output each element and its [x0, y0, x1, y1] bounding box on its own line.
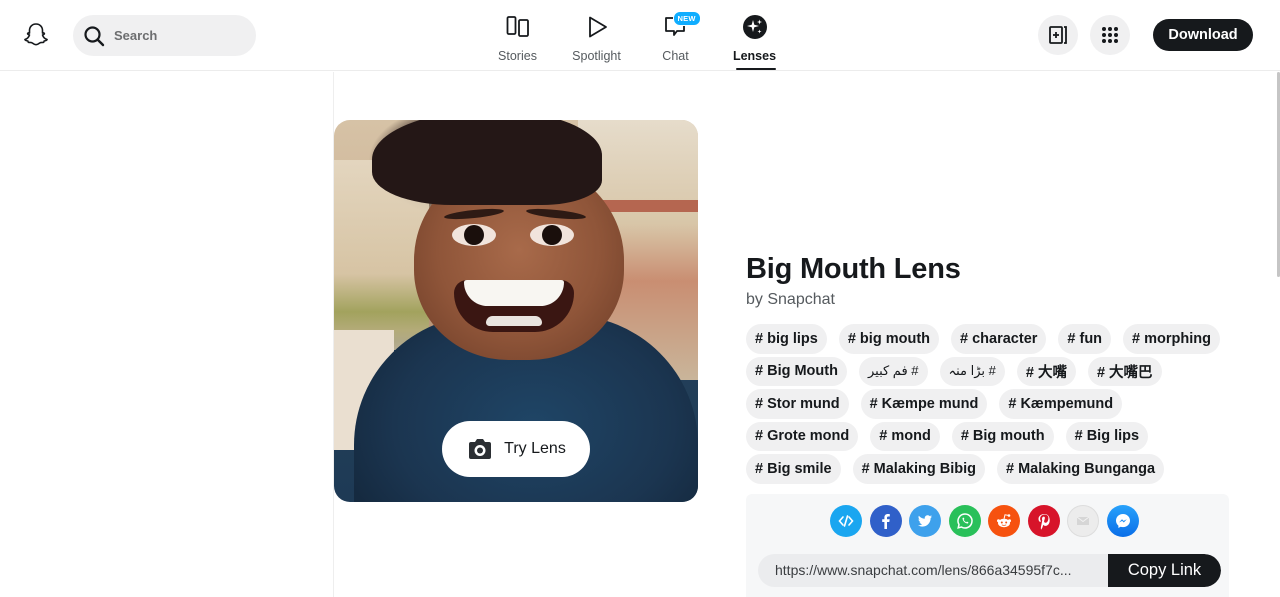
share-panel: https://www.snapchat.com/lens/866a34595f…	[746, 494, 1229, 597]
tag-label: # فم كبير	[867, 363, 919, 379]
tag-chip[interactable]: # Big lips	[1065, 421, 1149, 451]
stories-icon	[506, 16, 529, 37]
try-lens-button[interactable]: Try Lens	[442, 421, 590, 477]
tag-chip[interactable]: # big lips	[746, 324, 827, 354]
tag-label: # Malaking Bunganga	[1005, 460, 1156, 477]
tag-chip[interactable]: # Big Mouth	[746, 356, 847, 386]
tag-chip[interactable]: # fun	[1058, 324, 1112, 354]
search-input[interactable]: Search	[73, 15, 256, 56]
lens-creator: by Snapchat	[746, 291, 835, 308]
share-pinterest-button[interactable]	[1027, 505, 1060, 537]
tag-label: # big mouth	[847, 330, 931, 347]
email-icon	[1076, 516, 1090, 525]
play-icon	[588, 16, 607, 38]
tag-chip[interactable]: # Stor mund	[746, 389, 849, 419]
tag-label: # Big mouth	[960, 428, 1045, 445]
share-twitter-button[interactable]	[909, 505, 941, 537]
tag-label: # Kæmpe mund	[869, 395, 979, 412]
nav-stories[interactable]: Stories	[478, 0, 557, 71]
new-badge: NEW	[672, 11, 701, 26]
tag-chip[interactable]: # Kæmpemund	[999, 389, 1123, 419]
tag-chip[interactable]: # morphing	[1123, 324, 1220, 354]
tag-chip[interactable]: # Malaking Bunganga	[996, 454, 1165, 484]
share-embed-button[interactable]	[830, 505, 862, 537]
tag-label: # character	[960, 330, 1038, 347]
apps-menu-button[interactable]	[1090, 15, 1130, 55]
nav-chat[interactable]: NEW Chat	[636, 0, 715, 71]
nav-spotlight[interactable]: Spotlight	[557, 0, 636, 71]
share-whatsapp-button[interactable]	[948, 505, 981, 537]
try-lens-label: Try Lens	[504, 440, 566, 457]
tag-chip[interactable]: # Big smile	[746, 454, 841, 484]
embed-icon	[838, 515, 854, 527]
share-messenger-button[interactable]	[1106, 505, 1139, 537]
share-facebook-button[interactable]	[869, 505, 902, 537]
tag-chip[interactable]: # فم كبير	[858, 356, 928, 386]
share-url-field[interactable]: https://www.snapchat.com/lens/866a34595f…	[758, 554, 1108, 587]
tag-list: # big lips # big mouth # character # fun # m…	[746, 324, 1236, 484]
tag-label: # Stor mund	[755, 395, 840, 412]
tag-chip[interactable]: # بڑا منہ	[939, 356, 1005, 386]
share-reddit-button[interactable]	[988, 505, 1020, 537]
tag-chip[interactable]: # Kæmpe mund	[860, 389, 988, 419]
tag-label: # fun	[1067, 330, 1103, 347]
tag-label: # Big lips	[1074, 428, 1140, 445]
tag-chip[interactable]: # mond	[870, 421, 940, 451]
tag-label: # 大嘴巴	[1096, 364, 1153, 381]
tag-label: # morphing	[1132, 330, 1211, 347]
search-placeholder: Search	[114, 28, 158, 43]
tag-label: # Big Mouth	[755, 363, 838, 380]
lenses-sparkle-icon	[742, 15, 767, 39]
tag-chip[interactable]: # big mouth	[838, 324, 940, 354]
download-button[interactable]: Download	[1153, 19, 1253, 51]
nav-lenses-label: Lenses	[732, 49, 777, 63]
snapchat-ghost-icon	[24, 23, 48, 46]
twitter-icon	[918, 515, 932, 527]
tag-chip[interactable]: # 大嘴	[1016, 356, 1076, 386]
apps-grid-icon	[1102, 27, 1118, 43]
nav-lenses[interactable]: Lenses	[715, 0, 794, 71]
reddit-icon	[997, 514, 1011, 528]
camera-icon	[469, 439, 492, 459]
facebook-icon	[881, 514, 890, 529]
messenger-icon	[1115, 514, 1130, 528]
whatsapp-icon	[956, 513, 973, 529]
tag-label: # mond	[879, 428, 931, 445]
pinterest-icon	[1038, 514, 1050, 530]
tag-chip[interactable]: # 大嘴巴	[1087, 356, 1162, 386]
add-lens-button[interactable]	[1038, 15, 1078, 55]
tag-chip[interactable]: # Big mouth	[951, 421, 1054, 451]
tag-label: # 大嘴	[1025, 364, 1067, 381]
snapchat-logo[interactable]	[22, 21, 50, 49]
share-email-button[interactable]	[1067, 505, 1099, 537]
share-icons	[830, 505, 1139, 537]
main-nav: Stories Spotlight NEW Chat Lenses	[478, 0, 794, 71]
copy-link-button[interactable]: Copy Link	[1108, 554, 1221, 587]
tag-label: # Malaking Bibig	[861, 460, 976, 477]
tag-label: # Big smile	[755, 460, 832, 477]
tag-chip[interactable]: # Malaking Bibig	[852, 454, 985, 484]
lens-title: Big Mouth Lens	[746, 253, 961, 285]
share-link-row: https://www.snapchat.com/lens/866a34595f…	[758, 554, 1221, 587]
lens-preview-image: Try Lens	[334, 120, 698, 502]
tag-label: # Grote mond	[755, 428, 850, 445]
tag-label: # big lips	[755, 330, 818, 347]
tag-label: # بڑا منہ	[948, 363, 996, 379]
tag-label: # Kæmpemund	[1008, 395, 1114, 412]
tag-chip[interactable]: # Grote mond	[746, 421, 859, 451]
add-lens-icon	[1049, 26, 1067, 44]
tag-chip[interactable]: # character	[951, 324, 1047, 354]
nav-spotlight-label: Spotlight	[572, 49, 621, 63]
search-icon	[84, 25, 105, 46]
nav-chat-label: Chat	[662, 49, 689, 63]
nav-stories-label: Stories	[498, 49, 537, 63]
top-header: Search Stories Spotlight NEW Chat Lenses…	[0, 0, 1280, 71]
